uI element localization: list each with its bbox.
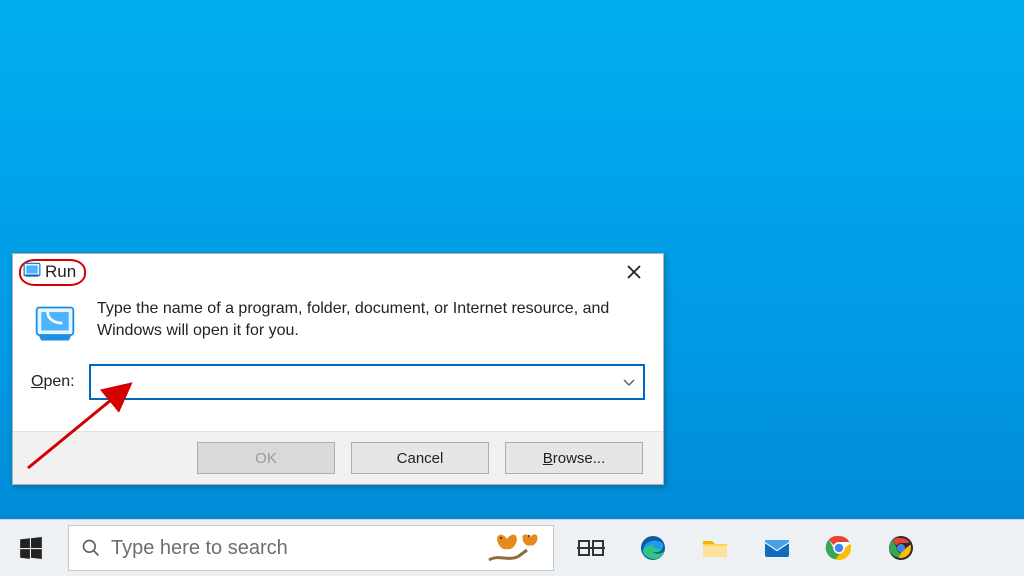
taskbar-icons [560, 520, 932, 576]
task-view-button[interactable] [560, 520, 622, 576]
run-description: Type the name of a program, folder, docu… [97, 298, 645, 346]
open-row: Open: [13, 360, 663, 400]
run-dialog: Run Type the name of a program, folder, … [12, 253, 664, 485]
search-placeholder: Type here to search [111, 537, 477, 560]
run-button-row: OK Cancel Browse... [13, 431, 663, 484]
taskbar: Type here to search [0, 519, 1024, 576]
search-icon [81, 538, 101, 558]
cancel-button[interactable]: Cancel [351, 442, 489, 474]
mail-button[interactable] [746, 520, 808, 576]
open-input[interactable] [91, 368, 615, 396]
chrome-button[interactable] [808, 520, 870, 576]
folder-icon [700, 533, 730, 563]
run-title-text: Run [45, 262, 76, 282]
ok-button: OK [197, 442, 335, 474]
taskbar-search[interactable]: Type here to search [68, 525, 554, 571]
windows-icon [18, 535, 44, 561]
open-label: Open: [31, 373, 75, 391]
edge-button[interactable] [622, 520, 684, 576]
task-view-icon [576, 533, 606, 563]
chevron-down-icon [622, 375, 636, 389]
file-explorer-button[interactable] [684, 520, 746, 576]
chrome-dark-icon [886, 533, 916, 563]
run-body: Type the name of a program, folder, docu… [13, 290, 663, 360]
browse-label: Browse... [543, 450, 606, 467]
run-app-icon [23, 261, 41, 284]
mail-icon [762, 533, 792, 563]
run-body-icon [31, 298, 79, 346]
run-titlebar: Run [13, 254, 663, 290]
chrome-icon [824, 533, 854, 563]
search-decoration-icon [487, 530, 541, 566]
start-button[interactable] [0, 520, 62, 576]
run-title-highlight: Run [19, 259, 86, 286]
close-button[interactable] [611, 257, 657, 287]
edge-icon [638, 533, 668, 563]
chrome-alt-button[interactable] [870, 520, 932, 576]
combobox-dropdown-button[interactable] [615, 366, 643, 398]
browse-button[interactable]: Browse... [505, 442, 643, 474]
open-combobox[interactable] [89, 364, 645, 400]
